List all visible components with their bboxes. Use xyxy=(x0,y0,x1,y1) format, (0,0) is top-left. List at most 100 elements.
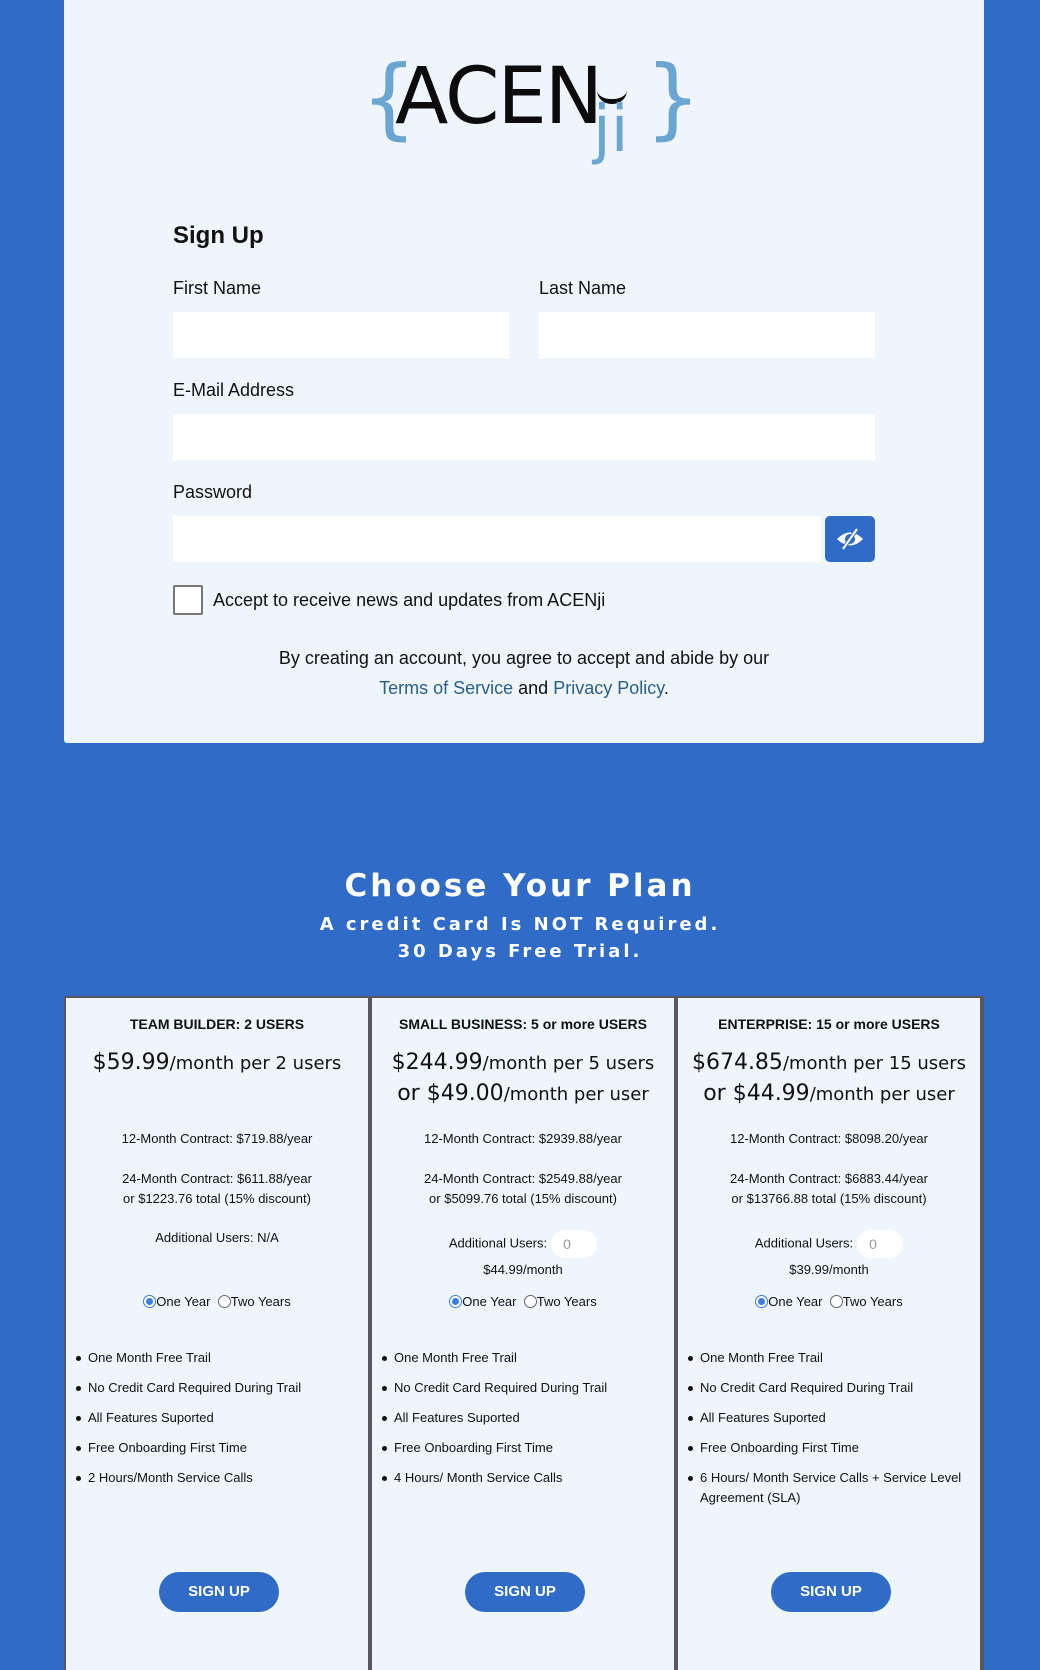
and-text: and xyxy=(518,678,549,698)
list-item: All Features Suported xyxy=(686,1408,976,1428)
email-label: E-Mail Address xyxy=(173,380,295,400)
plan-price: $674.85/month per 15 users or $44.99/mon… xyxy=(678,1048,980,1110)
password-field[interactable] xyxy=(173,516,821,562)
acenji-logo: { ACEN ji } xyxy=(361,52,701,172)
price-amount: $674.85 xyxy=(691,1050,783,1075)
two-years-label: Two Years xyxy=(536,1294,597,1309)
plan-name: TEAM BUILDER: 2 USERS xyxy=(129,1016,305,1032)
last-name-label: Last Name xyxy=(539,278,627,298)
show-password-button[interactable] xyxy=(825,516,875,562)
contract-24-total: or $1223.76 total (15% discount) xyxy=(123,1191,311,1206)
contract-12-month: 12-Month Contract: $719.88/year xyxy=(121,1131,313,1146)
list-item: One Month Free Trail xyxy=(380,1348,670,1368)
term-radio-group: One Year Two Years xyxy=(678,1294,980,1309)
form-title: Sign Up xyxy=(173,222,264,249)
email-field[interactable] xyxy=(173,414,875,460)
sign-up-button[interactable]: SIGN UP xyxy=(771,1572,891,1612)
contract-24-month: 24-Month Contract: $611.88/year xyxy=(122,1171,312,1186)
plan-name: ENTERPRISE: 15 or more USERS xyxy=(718,1016,940,1032)
feature-list: One Month Free Trail No Credit Card Requ… xyxy=(380,1348,670,1498)
plans-subtitle-2: 30 Days Free Trial. xyxy=(397,941,643,962)
sign-up-button[interactable]: SIGN UP xyxy=(465,1572,585,1612)
price-period-per-user: /month per user xyxy=(809,1084,955,1105)
plan-name: SMALL BUSINESS: 5 or more USERS xyxy=(399,1016,647,1032)
privacy-policy-link[interactable]: Privacy Policy xyxy=(553,678,664,698)
one-year-radio[interactable] xyxy=(449,1295,463,1308)
two-years-radio[interactable] xyxy=(829,1295,843,1308)
additional-users-price: $39.99/month xyxy=(789,1262,869,1277)
contract-12-month: 12-Month Contract: $2939.88/year xyxy=(423,1131,622,1146)
list-item: All Features Suported xyxy=(74,1408,364,1428)
contract-24-month: 24-Month Contract: $2549.88/year xyxy=(423,1171,622,1186)
price-amount: $59.99 xyxy=(92,1050,170,1075)
price-period: /month per 2 users xyxy=(169,1053,342,1074)
plan-price: $59.99/month per 2 users xyxy=(66,1048,368,1079)
list-item: No Credit Card Required During Trail xyxy=(74,1378,364,1398)
list-item: Free Onboarding First Time xyxy=(380,1438,670,1458)
signup-card: { ACEN ji } Sign Up First Name Last Name… xyxy=(64,0,984,743)
one-year-label: One Year xyxy=(768,1294,823,1309)
price-period: /month per 15 users xyxy=(782,1053,967,1074)
plan-card-team-builder: TEAM BUILDER: 2 USERS $59.99/month per 2… xyxy=(66,998,368,1670)
list-item: 6 Hours/ Month Service Calls + Service L… xyxy=(686,1468,976,1508)
list-item: No Credit Card Required During Trail xyxy=(380,1378,670,1398)
logo-ji: ji xyxy=(593,93,629,167)
price-amount-per-user: or $49.00 xyxy=(397,1081,504,1106)
list-item: Free Onboarding First Time xyxy=(74,1438,364,1458)
additional-users-label: Additional Users: xyxy=(754,1235,854,1251)
last-name-field[interactable] xyxy=(539,312,875,358)
additional-users-price: $44.99/month xyxy=(483,1262,563,1277)
plan-card-small-business: SMALL BUSINESS: 5 or more USERS $244.99/… xyxy=(372,998,674,1670)
term-radio-group: One Year Two Years xyxy=(66,1294,368,1309)
price-amount-per-user: or $44.99 xyxy=(703,1081,810,1106)
list-item: One Month Free Trail xyxy=(74,1348,364,1368)
two-years-radio[interactable] xyxy=(217,1295,231,1308)
period-text: . xyxy=(663,678,669,698)
additional-users-input[interactable]: 0 xyxy=(857,1230,904,1258)
additional-users-label: Additional Users: xyxy=(448,1235,548,1251)
price-period: /month per 5 users xyxy=(482,1053,655,1074)
additional-users-input[interactable]: 0 xyxy=(551,1230,598,1258)
additional-users-label: Additional Users: N/A xyxy=(155,1230,279,1245)
additional-users: Additional Users: 0 xyxy=(678,1230,980,1258)
news-checkbox-label: Accept to receive news and updates from … xyxy=(213,590,606,610)
price-period-per-user: /month per user xyxy=(503,1084,649,1105)
logo-word: ACEN xyxy=(395,52,603,142)
list-item: One Month Free Trail xyxy=(686,1348,976,1368)
agreement-links: Terms of Service and Privacy Policy. xyxy=(64,678,984,699)
feature-list: One Month Free Trail No Credit Card Requ… xyxy=(74,1348,364,1498)
logo-brace-right: } xyxy=(645,46,701,149)
contract-24-month: 24-Month Contract: $6883.44/year xyxy=(729,1171,928,1186)
first-name-field[interactable] xyxy=(173,312,509,358)
plan-card-enterprise: ENTERPRISE: 15 or more USERS $674.85/mon… xyxy=(678,998,980,1670)
news-checkbox[interactable] xyxy=(173,585,203,615)
term-radio-group: One Year Two Years xyxy=(372,1294,674,1309)
price-amount: $244.99 xyxy=(391,1050,483,1075)
plans-subtitle-1: A credit Card Is NOT Required. xyxy=(319,914,721,935)
password-label: Password xyxy=(173,482,253,502)
eye-slash-icon xyxy=(837,528,863,550)
one-year-radio[interactable] xyxy=(755,1295,769,1308)
one-year-radio[interactable] xyxy=(143,1295,157,1308)
contract-12-month: 12-Month Contract: $8098.20/year xyxy=(729,1131,928,1146)
sign-up-button[interactable]: SIGN UP xyxy=(159,1572,279,1612)
plans-grid: TEAM BUILDER: 2 USERS $59.99/month per 2… xyxy=(64,996,984,1670)
two-years-label: Two Years xyxy=(230,1294,291,1309)
feature-list: One Month Free Trail No Credit Card Requ… xyxy=(686,1348,976,1518)
two-years-radio[interactable] xyxy=(523,1295,537,1308)
contract-24-total: or $5099.76 total (15% discount) xyxy=(429,1191,617,1206)
list-item: All Features Suported xyxy=(380,1408,670,1428)
plan-price: $244.99/month per 5 users or $49.00/mont… xyxy=(372,1048,674,1110)
two-years-label: Two Years xyxy=(842,1294,903,1309)
list-item: Free Onboarding First Time xyxy=(686,1438,976,1458)
additional-users: Additional Users: 0 xyxy=(372,1230,674,1258)
first-name-label: First Name xyxy=(173,278,262,298)
agreement-text: By creating an account, you agree to acc… xyxy=(278,648,770,668)
list-item: 4 Hours/ Month Service Calls xyxy=(380,1468,670,1488)
one-year-label: One Year xyxy=(462,1294,517,1309)
one-year-label: One Year xyxy=(156,1294,211,1309)
list-item: No Credit Card Required During Trail xyxy=(686,1378,976,1398)
terms-of-service-link[interactable]: Terms of Service xyxy=(379,678,513,698)
list-item: 2 Hours/Month Service Calls xyxy=(74,1468,364,1488)
contract-24-total: or $13766.88 total (15% discount) xyxy=(731,1191,927,1206)
